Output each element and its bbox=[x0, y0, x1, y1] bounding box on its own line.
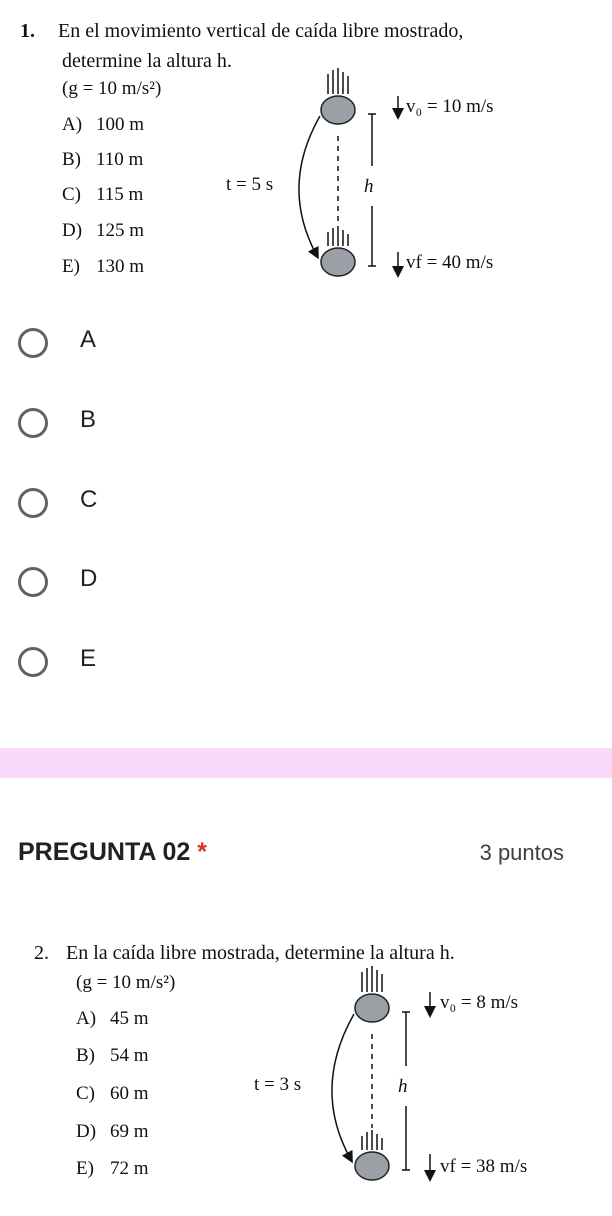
choice-label: A bbox=[80, 326, 97, 353]
points-label: 3 puntos bbox=[479, 840, 564, 865]
section-divider bbox=[0, 748, 612, 778]
choice-d[interactable]: D bbox=[18, 561, 578, 611]
q2-free-fall-figure: v₀ = 8 m/s vf = 38 m/s t = 3 s h bbox=[254, 966, 527, 1182]
q2-time-label: t = 3 s bbox=[254, 1074, 301, 1095]
q2-option-c: C) 60 m bbox=[76, 1083, 149, 1104]
q2-number: 2. bbox=[34, 942, 49, 964]
choice-label: C bbox=[80, 486, 98, 513]
q1-motion-lines-bottom bbox=[327, 226, 349, 246]
q1-time-arc bbox=[298, 115, 321, 260]
q2-text-line1: En la caída libre mostrada, determine la… bbox=[66, 942, 455, 964]
q2-time-arc bbox=[331, 1013, 355, 1164]
q1-option-a: A) 100 m bbox=[62, 114, 145, 135]
q1-option-e: E) 130 m bbox=[62, 256, 145, 277]
q2-option-d: D) 69 m bbox=[76, 1121, 149, 1142]
q1-option-d: D) 125 m bbox=[62, 220, 145, 241]
q2-ball-bottom bbox=[354, 1151, 390, 1181]
q2-ball-top bbox=[354, 993, 390, 1023]
q1-option-b: B) 110 m bbox=[62, 149, 144, 170]
radio-circle[interactable] bbox=[18, 328, 48, 358]
q1-option-c: C) 115 m bbox=[62, 184, 144, 205]
radio-circle[interactable] bbox=[18, 647, 48, 677]
q2-option-b: B) 54 m bbox=[76, 1045, 149, 1066]
q2-vf-label: vf = 38 m/s bbox=[440, 1156, 527, 1177]
q1-time-label: t = 5 s bbox=[226, 174, 273, 195]
q1-number: 1. bbox=[20, 20, 35, 42]
q2-option-e: E) 72 m bbox=[76, 1158, 149, 1179]
q1-ball-bottom bbox=[320, 247, 356, 277]
choice-label: B bbox=[80, 406, 97, 433]
required-asterisk: * bbox=[197, 838, 207, 866]
q2-height-label: h bbox=[398, 1076, 408, 1097]
q1-vf-label: vf = 40 m/s bbox=[406, 252, 493, 273]
radio-circle[interactable] bbox=[18, 567, 48, 597]
q2-motion-lines-bottom bbox=[361, 1130, 383, 1150]
question-title: PREGUNTA 02 * bbox=[18, 838, 207, 866]
q1-text-line2: determine la altura h. bbox=[62, 50, 232, 72]
radio-circle[interactable] bbox=[18, 488, 48, 518]
q1-text-line1: En el movimiento vertical de caída libre… bbox=[58, 20, 464, 42]
q2-v0-label: v₀ = 8 m/s bbox=[440, 992, 518, 1013]
q2-g-note: (g = 10 m/s²) bbox=[76, 972, 176, 993]
q2-motion-lines-top bbox=[361, 966, 383, 992]
q1-height-label: h bbox=[364, 176, 374, 197]
choice-label: E bbox=[80, 645, 97, 672]
choice-e[interactable]: E bbox=[18, 641, 578, 691]
q1-ball-top bbox=[320, 95, 356, 125]
q1-motion-lines-top bbox=[327, 68, 349, 94]
choice-label: D bbox=[80, 565, 98, 592]
q2-option-a: A) 45 m bbox=[76, 1008, 149, 1029]
q1-g-note: (g = 10 m/s²) bbox=[62, 78, 162, 99]
choice-b[interactable]: B bbox=[18, 402, 578, 452]
q1-free-fall-figure: v₀ = 10 m/s vf = 40 m/s t = 5 s h bbox=[226, 68, 494, 278]
choice-c[interactable]: C bbox=[18, 482, 578, 532]
choice-a[interactable]: A bbox=[18, 322, 578, 372]
q1-v0-label: v₀ = 10 m/s bbox=[406, 96, 494, 117]
radio-circle[interactable] bbox=[18, 408, 48, 438]
q1-statement: 1. En el movimiento vertical de caída li… bbox=[20, 18, 600, 44]
